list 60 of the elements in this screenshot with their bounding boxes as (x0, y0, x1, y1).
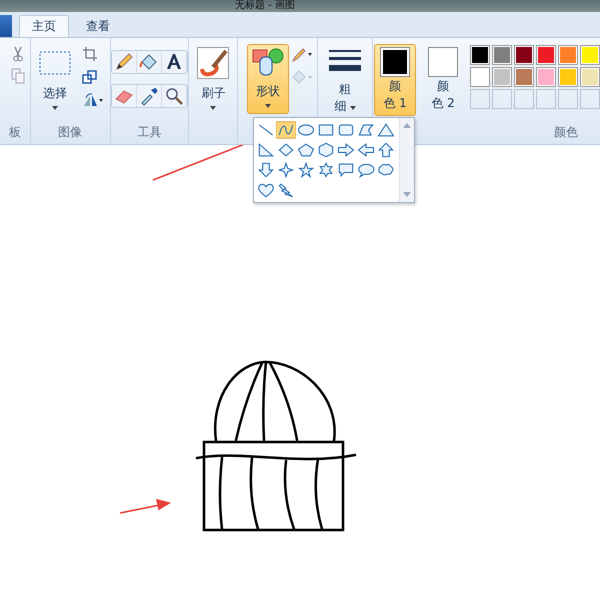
color-swatch[interactable] (492, 67, 512, 87)
color-swatch[interactable] (514, 45, 534, 65)
pentagon-shape-icon[interactable] (296, 141, 316, 159)
oval-callout-shape-icon[interactable] (356, 161, 376, 179)
star4-shape-icon[interactable] (276, 161, 296, 179)
color-swatch[interactable] (580, 67, 600, 87)
left-arrow-shape-icon[interactable] (356, 141, 376, 159)
group-label: 图像 (58, 124, 82, 141)
group-label: 颜色 (554, 124, 578, 141)
color-swatch[interactable] (470, 45, 490, 65)
rotate-icon[interactable] (82, 92, 104, 108)
color-swatch[interactable] (558, 45, 578, 65)
empty-color-slot[interactable] (514, 89, 534, 109)
rect-callout-shape-icon[interactable] (336, 161, 356, 179)
right-triangle-shape-icon[interactable] (256, 141, 276, 159)
empty-color-slot[interactable] (470, 89, 490, 109)
shapes-button[interactable]: 形状 (246, 44, 289, 114)
color-selector-button[interactable]: 颜 色 2 (422, 44, 464, 116)
triangle-shape-icon[interactable] (376, 121, 396, 139)
up-arrow-shape-icon[interactable] (376, 141, 396, 159)
caret-icon (52, 106, 58, 110)
arrow-annotation (120, 498, 172, 514)
dashed-rectangle-icon (39, 51, 72, 75)
curve-shape-icon[interactable] (276, 121, 296, 139)
fill-bucket-icon[interactable] (136, 51, 162, 73)
lightning-shape-icon[interactable] (276, 181, 296, 199)
outline-pencil-icon[interactable] (290, 46, 313, 62)
group-label: 板 (8, 124, 21, 141)
color-swatch[interactable] (470, 67, 490, 87)
color-swatch[interactable] (536, 67, 556, 87)
color-swatch[interactable] (558, 67, 578, 87)
caret-icon (264, 104, 271, 108)
down-arrow-shape-icon[interactable] (256, 161, 276, 179)
paintbrush-icon (197, 47, 230, 79)
empty-color-slot[interactable] (558, 89, 578, 109)
select-button[interactable]: 选择 (36, 44, 74, 113)
empty-color-slot[interactable] (536, 89, 556, 109)
group-label: 工具 (137, 124, 162, 141)
color-swatch[interactable] (536, 45, 556, 65)
brushes-button[interactable]: 刷子 (194, 44, 232, 113)
diamond-shape-icon[interactable] (276, 141, 296, 159)
color-swatch[interactable] (580, 45, 600, 65)
ribbon-tab[interactable]: 主页 (19, 15, 69, 37)
size-button[interactable]: 粗 细 (325, 46, 366, 118)
hexagon-shape-icon[interactable] (316, 141, 336, 159)
ribbon-tab[interactable]: 查看 (73, 15, 123, 37)
resize-icon[interactable] (82, 69, 98, 85)
empty-color-slot[interactable] (580, 89, 600, 109)
empty-color-slot[interactable] (492, 89, 512, 109)
crop-icon[interactable] (82, 46, 98, 62)
color-swatch[interactable] (514, 67, 534, 87)
window-title: 无标题 - 画图 (235, 0, 296, 12)
color-swatch[interactable] (492, 45, 512, 65)
caret-icon (350, 106, 356, 110)
star5-shape-icon[interactable] (296, 161, 316, 179)
heart-shape-icon[interactable] (256, 181, 276, 199)
right-arrow-shape-icon[interactable] (336, 141, 356, 159)
caret-icon (210, 106, 216, 110)
star6-shape-icon[interactable] (316, 161, 336, 179)
color-selector-button[interactable]: 颜 色 1 (374, 44, 416, 116)
